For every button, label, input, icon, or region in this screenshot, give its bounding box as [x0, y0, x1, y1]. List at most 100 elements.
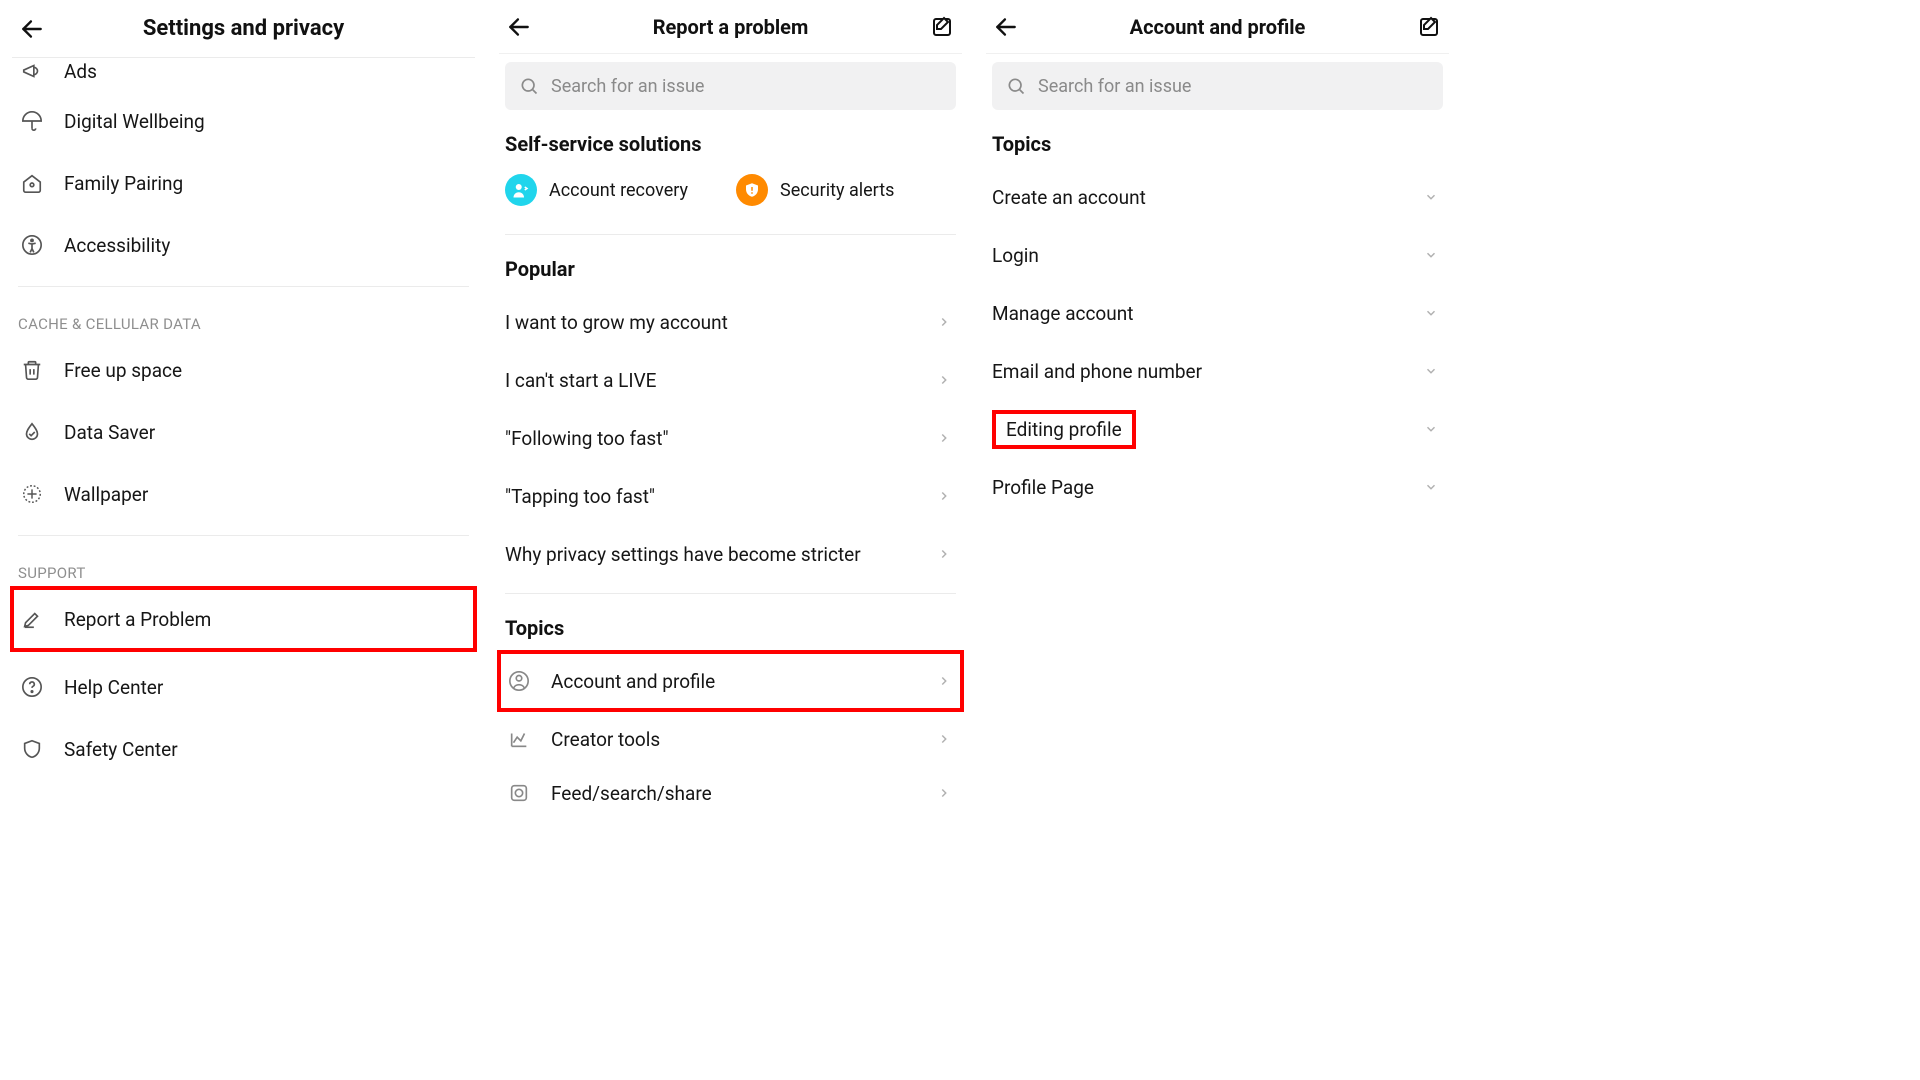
settings-item-label: Free up space: [64, 359, 469, 382]
droplet-icon: [18, 421, 46, 443]
topic-item-account-profile[interactable]: Account and profile: [499, 652, 962, 710]
list-item-label: "Tapping too fast": [505, 485, 914, 508]
highlighted-label: Editing profile: [992, 410, 1136, 449]
search-input[interactable]: Search for an issue: [505, 62, 956, 110]
security-alerts-icon: [736, 174, 768, 206]
divider: [505, 234, 956, 235]
chevron-right-icon: [932, 431, 956, 445]
popular-item-cant-start-live[interactable]: I can't start a LIVE: [499, 351, 962, 409]
list-item-label: Creator tools: [551, 728, 914, 751]
section-self-service: Self-service solutions: [505, 132, 956, 156]
self-service-label: Account recovery: [549, 180, 688, 201]
list-item-label: Account and profile: [551, 670, 914, 693]
divider: [18, 286, 469, 287]
chevron-down-icon: [1419, 480, 1443, 494]
settings-item-data-saver[interactable]: Data Saver: [12, 401, 475, 463]
chevron-down-icon: [1419, 248, 1443, 262]
house-icon: [18, 172, 46, 194]
chevron-right-icon: [932, 315, 956, 329]
chevron-down-icon: [1419, 422, 1443, 436]
question-icon: [18, 676, 46, 698]
topic-manage-account[interactable]: Manage account: [986, 284, 1449, 342]
accessibility-icon: [18, 234, 46, 256]
back-button[interactable]: [12, 9, 52, 49]
section-label-support: SUPPORT: [18, 564, 469, 582]
settings-item-wallpaper[interactable]: Wallpaper: [12, 463, 475, 525]
list-item-label: Editing profile: [992, 410, 1401, 449]
chart-icon: [505, 728, 533, 750]
chevron-right-icon: [932, 732, 956, 746]
list-item-label: Email and phone number: [992, 360, 1401, 383]
topic-profile-page[interactable]: Profile Page: [986, 458, 1449, 516]
settings-item-accessibility[interactable]: Accessibility: [12, 214, 475, 276]
topic-login[interactable]: Login: [986, 226, 1449, 284]
settings-item-safety-center[interactable]: Safety Center: [12, 718, 475, 780]
self-service-security-alerts[interactable]: Security alerts: [736, 174, 894, 206]
list-item-label: Feed/search/share: [551, 782, 914, 805]
topic-item-feed-search-share[interactable]: Feed/search/share: [499, 768, 962, 818]
settings-item-report-problem[interactable]: Report a Problem: [12, 588, 475, 650]
header-account-profile: Account and profile: [986, 0, 1449, 54]
compose-icon: [1417, 15, 1441, 39]
settings-item-label: Safety Center: [64, 738, 469, 761]
divider: [505, 593, 956, 594]
arrow-left-icon: [506, 14, 532, 40]
person-icon: [505, 670, 533, 692]
megaphone-icon: [18, 60, 46, 82]
topic-create-account[interactable]: Create an account: [986, 168, 1449, 226]
settings-item-family-pairing[interactable]: Family Pairing: [12, 152, 475, 214]
self-service-label: Security alerts: [780, 180, 894, 201]
topic-email-phone[interactable]: Email and phone number: [986, 342, 1449, 400]
header-report-problem: Report a problem: [499, 0, 962, 54]
chevron-right-icon: [932, 786, 956, 800]
chevron-right-icon: [932, 674, 956, 688]
page-title: Account and profile: [986, 15, 1449, 39]
chevron-down-icon: [1419, 190, 1443, 204]
topic-editing-profile[interactable]: Editing profile: [986, 400, 1449, 458]
umbrella-icon: [18, 110, 46, 132]
compose-button[interactable]: [1409, 7, 1449, 47]
list-item-label: Create an account: [992, 186, 1401, 209]
back-button[interactable]: [986, 7, 1026, 47]
settings-item-free-up-space[interactable]: Free up space: [12, 339, 475, 401]
header-settings: Settings and privacy: [12, 0, 475, 58]
section-popular: Popular: [505, 257, 956, 281]
popular-item-grow-account[interactable]: I want to grow my account: [499, 293, 962, 351]
popular-item-privacy-stricter[interactable]: Why privacy settings have become stricte…: [499, 525, 962, 583]
arrow-left-icon: [19, 16, 45, 42]
section-topics: Topics: [992, 132, 1443, 156]
section-topics: Topics: [505, 616, 956, 640]
list-item-label: I want to grow my account: [505, 311, 914, 334]
section-label-cache: CACHE & CELLULAR DATA: [18, 315, 469, 333]
list-item-label: Login: [992, 244, 1401, 267]
search-icon: [519, 76, 539, 96]
search-input[interactable]: Search for an issue: [992, 62, 1443, 110]
settings-item-digital-wellbeing[interactable]: Digital Wellbeing: [12, 90, 475, 152]
list-item-label: "Following too fast": [505, 427, 914, 450]
popular-item-tapping-too-fast[interactable]: "Tapping too fast": [499, 467, 962, 525]
topic-item-creator-tools[interactable]: Creator tools: [499, 710, 962, 768]
page-title: Settings and privacy: [12, 16, 475, 41]
chevron-right-icon: [932, 489, 956, 503]
settings-item-label: Family Pairing: [64, 172, 469, 195]
settings-item-label: Ads: [64, 60, 469, 83]
list-item-label: I can't start a LIVE: [505, 369, 914, 392]
trash-icon: [18, 359, 46, 381]
shield-icon: [18, 738, 46, 760]
settings-item-label: Accessibility: [64, 234, 469, 257]
pencil-icon: [18, 608, 46, 630]
compose-button[interactable]: [922, 7, 962, 47]
list-item-label: Profile Page: [992, 476, 1401, 499]
divider: [18, 535, 469, 536]
back-button[interactable]: [499, 7, 539, 47]
popular-item-following-too-fast[interactable]: "Following too fast": [499, 409, 962, 467]
chevron-right-icon: [932, 373, 956, 387]
sparkle-icon: [18, 483, 46, 505]
chevron-down-icon: [1419, 306, 1443, 320]
chevron-down-icon: [1419, 364, 1443, 378]
self-service-account-recovery[interactable]: Account recovery: [505, 174, 688, 206]
search-placeholder: Search for an issue: [1038, 76, 1191, 97]
settings-item-label: Report a Problem: [64, 608, 469, 631]
settings-item-label: Help Center: [64, 676, 469, 699]
settings-item-help-center[interactable]: Help Center: [12, 656, 475, 718]
